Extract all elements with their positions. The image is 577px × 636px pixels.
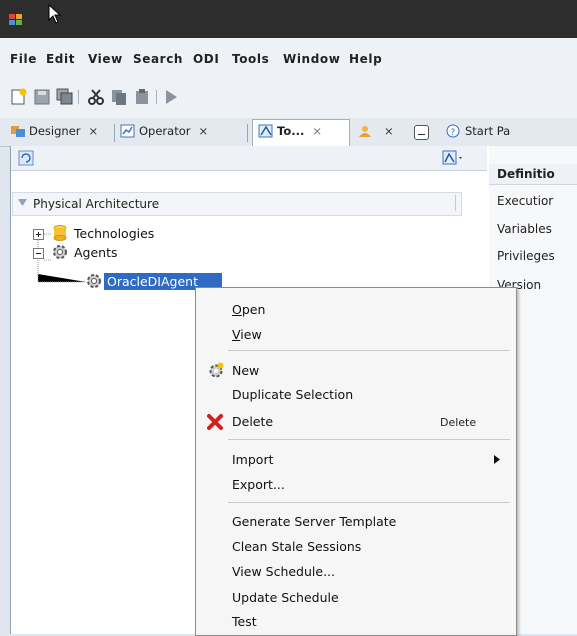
menu-separator — [228, 350, 510, 351]
menu-window[interactable]: Window — [283, 52, 340, 66]
agent-gear-icon — [87, 274, 101, 288]
topology-menu-icon[interactable] — [442, 150, 466, 166]
tab-designer[interactable]: Designer × — [10, 124, 98, 144]
new-agent-gear-icon — [209, 362, 224, 378]
tab-label: To... — [277, 124, 305, 138]
designer-icon — [11, 126, 25, 137]
mouse-cursor-icon — [48, 4, 62, 24]
menu-item-export[interactable]: Export... — [232, 477, 285, 492]
minimize-icon[interactable] — [414, 125, 429, 140]
menu-item-view[interactable]: View — [232, 327, 262, 342]
menu-item-clean-stale-sessions[interactable]: Clean Stale Sessions — [232, 539, 361, 554]
tree-item-agents[interactable]: Agents — [74, 245, 118, 260]
refresh-icon[interactable] — [18, 150, 34, 166]
menu-edit[interactable]: Edit — [46, 52, 75, 66]
close-icon[interactable]: × — [384, 124, 394, 138]
menu-tools[interactable]: Tools — [232, 52, 269, 66]
section-title: Physical Architecture — [33, 197, 160, 211]
menu-odi[interactable]: ODI — [193, 52, 219, 66]
physical-architecture-header[interactable]: Physical Architecture — [12, 192, 462, 216]
menu-item-view-schedule[interactable]: View Schedule... — [232, 564, 335, 579]
menu-search[interactable]: Search — [133, 52, 183, 66]
menu-item-update-schedule[interactable]: Update Schedule — [232, 590, 339, 605]
title-bar — [0, 0, 577, 38]
operator-icon — [120, 124, 135, 138]
tree-item-technologies[interactable]: Technologies — [74, 226, 154, 241]
run-icon[interactable] — [162, 88, 180, 106]
menu-item-open[interactable]: Open — [232, 302, 265, 317]
security-icon — [359, 126, 371, 137]
menu-item-generate-server-template[interactable]: Generate Server Template — [232, 514, 396, 529]
toolbar-separator — [156, 90, 157, 104]
paste-icon[interactable] — [133, 88, 151, 106]
tree-item-oracledi-agent: OracleDIAgent — [107, 274, 198, 289]
close-icon[interactable]: × — [198, 124, 208, 138]
menu-item-duplicate-selection[interactable]: Duplicate Selection — [232, 387, 353, 402]
menu-item-delete[interactable]: Delete — [232, 414, 273, 429]
nav-variables[interactable]: Variables — [497, 222, 552, 236]
tab-label: Operator — [139, 124, 191, 138]
close-icon[interactable]: × — [312, 124, 322, 138]
tab-topology[interactable]: To... × — [258, 124, 322, 144]
tab-security[interactable]: × — [357, 124, 394, 144]
close-icon[interactable]: × — [89, 124, 99, 138]
expand-icon[interactable] — [33, 229, 44, 240]
menu-item-new[interactable]: New — [232, 363, 259, 378]
tab-operator[interactable]: Operator × — [120, 124, 208, 144]
submenu-arrow-icon — [494, 455, 500, 464]
tab-label: Designer — [29, 124, 81, 138]
divider — [455, 195, 456, 211]
tab-separator — [247, 124, 248, 142]
copy-icon[interactable] — [110, 88, 128, 106]
app-icon — [9, 14, 22, 25]
menu-separator — [228, 439, 510, 440]
menu-help[interactable]: Help — [349, 52, 382, 66]
menu-file[interactable]: File — [10, 52, 37, 66]
agent-gear-icon — [53, 245, 67, 259]
collapse-arrow-icon[interactable] — [18, 199, 27, 207]
help-circle-icon: ? — [446, 124, 460, 138]
nav-execution[interactable]: Executior — [497, 194, 553, 208]
topology-icon — [258, 124, 273, 138]
save-icon[interactable] — [33, 88, 51, 106]
save-all-icon[interactable] — [56, 88, 74, 106]
delete-x-icon — [207, 414, 223, 430]
delete-shortcut: Delete — [440, 416, 477, 429]
toolbar-separator — [78, 90, 79, 104]
menu-item-test[interactable]: Test — [232, 614, 257, 629]
navigator-toolbar — [11, 146, 487, 171]
tab-start-page[interactable]: ? Start Pa — [446, 124, 510, 144]
menu-view[interactable]: View — [88, 52, 123, 66]
tab-definition[interactable]: Definitio — [497, 167, 555, 181]
new-file-icon[interactable] — [10, 88, 28, 106]
svg-text:?: ? — [451, 128, 456, 138]
tab-separator — [114, 124, 115, 142]
menu-separator — [228, 502, 510, 503]
collapse-icon[interactable] — [33, 248, 44, 259]
database-icon — [53, 225, 67, 241]
menu-item-import[interactable]: Import — [232, 452, 274, 467]
cut-icon[interactable] — [87, 88, 105, 106]
nav-privileges[interactable]: Privileges — [497, 249, 555, 263]
tab-label: Start Pa — [465, 124, 511, 138]
